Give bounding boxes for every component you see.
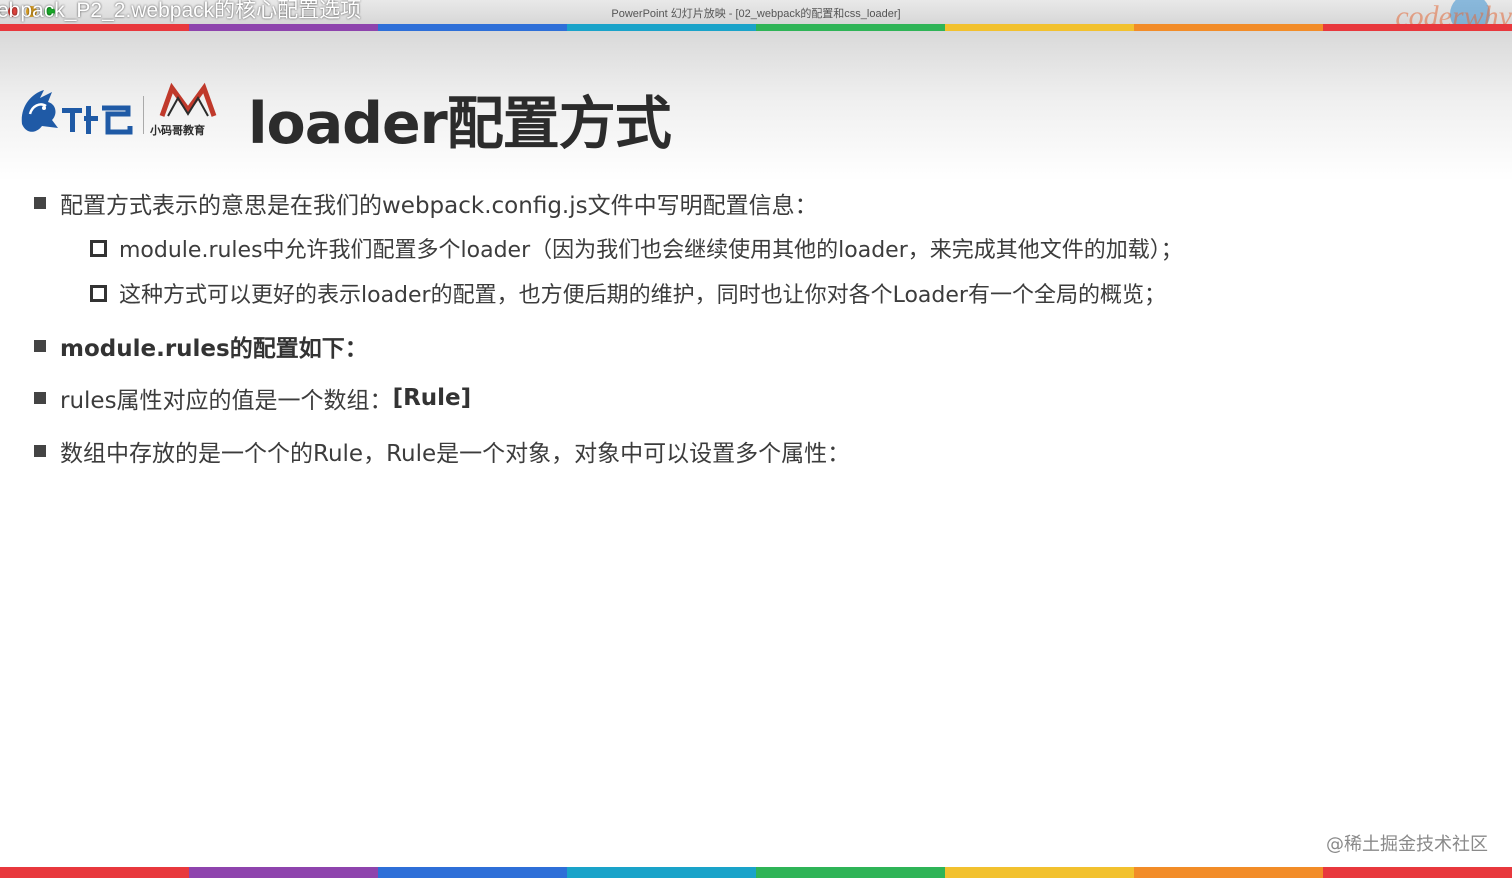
sub-bullet-item: module.rules中允许我们配置多个loader（因为我们也会继续使用其他… [90,232,1183,264]
square-bullet-icon [34,392,46,404]
footer-watermark: @稀土掘金技术社区 [1326,834,1488,855]
color-stripe-bottom [0,867,1512,878]
presentation-screen: PowerPoint 幻灯片放映 - [02_webpack的配置和css_lo… [0,0,1512,878]
bullet-text: 配置方式表示的意思是在我们的webpack.config.js文件中写明配置信息… [60,193,818,219]
bullet-text: module.rules的配置如下： [60,336,368,362]
stripe-segment [0,24,189,31]
bullet-item: 配置方式表示的意思是在我们的webpack.config.js文件中写明配置信息… [34,186,818,220]
stripe-segment [567,24,756,31]
bullet-bold-text: [Rule] [392,385,472,411]
hollow-square-bullet-icon [90,284,107,302]
stripe-segment [378,24,567,31]
stripe-segment [1323,867,1512,878]
stripe-segment [378,867,567,878]
hollow-square-bullet-icon [90,239,107,257]
video-title-overlay: ebpack_P2_2.webpack的核心配置选项 [0,0,362,22]
bullet-item: module.rules的配置如下： [34,329,368,363]
mountain-logo-icon: 小码哥教育 [149,82,217,137]
slide-title: loader配置方式 [248,91,672,157]
logo-divider [143,96,144,134]
bullet-text: rules属性对应的值是一个数组： [60,388,393,414]
stripe-segment [0,867,189,878]
stripe-segment [945,867,1134,878]
stripe-segment [1134,867,1323,878]
bullet-item: rules属性对应的值是一个数组： [Rule] [34,381,471,415]
stripe-segment [189,867,378,878]
square-bullet-icon [34,197,46,209]
sub-bullet-text: 这种方式可以更好的表示loader的配置，也方便后期的维护，同时也让你对各个Lo… [119,283,1166,308]
stripe-segment [756,867,945,878]
wolf-logo-icon [21,90,133,135]
stripe-segment [945,24,1134,31]
bullet-text: 数组中存放的是一个个的Rule，Rule是一个对象，对象中可以设置多个属性： [60,441,851,467]
color-stripe-top [0,24,1512,31]
stripe-segment [1323,24,1512,31]
stripe-segment [567,867,756,878]
square-bullet-icon [34,445,46,457]
square-bullet-icon [34,340,46,352]
stripe-segment [189,24,378,31]
bullet-item: 数组中存放的是一个个的Rule，Rule是一个对象，对象中可以设置多个属性： [34,434,850,468]
sub-bullet-item: 这种方式可以更好的表示loader的配置，也方便后期的维护，同时也让你对各个Lo… [90,277,1166,309]
stripe-segment [1134,24,1323,31]
sub-bullet-text: module.rules中允许我们配置多个loader（因为我们也会继续使用其他… [119,238,1183,263]
stripe-segment [756,24,945,31]
logo2-caption: 小码哥教育 [149,123,205,137]
